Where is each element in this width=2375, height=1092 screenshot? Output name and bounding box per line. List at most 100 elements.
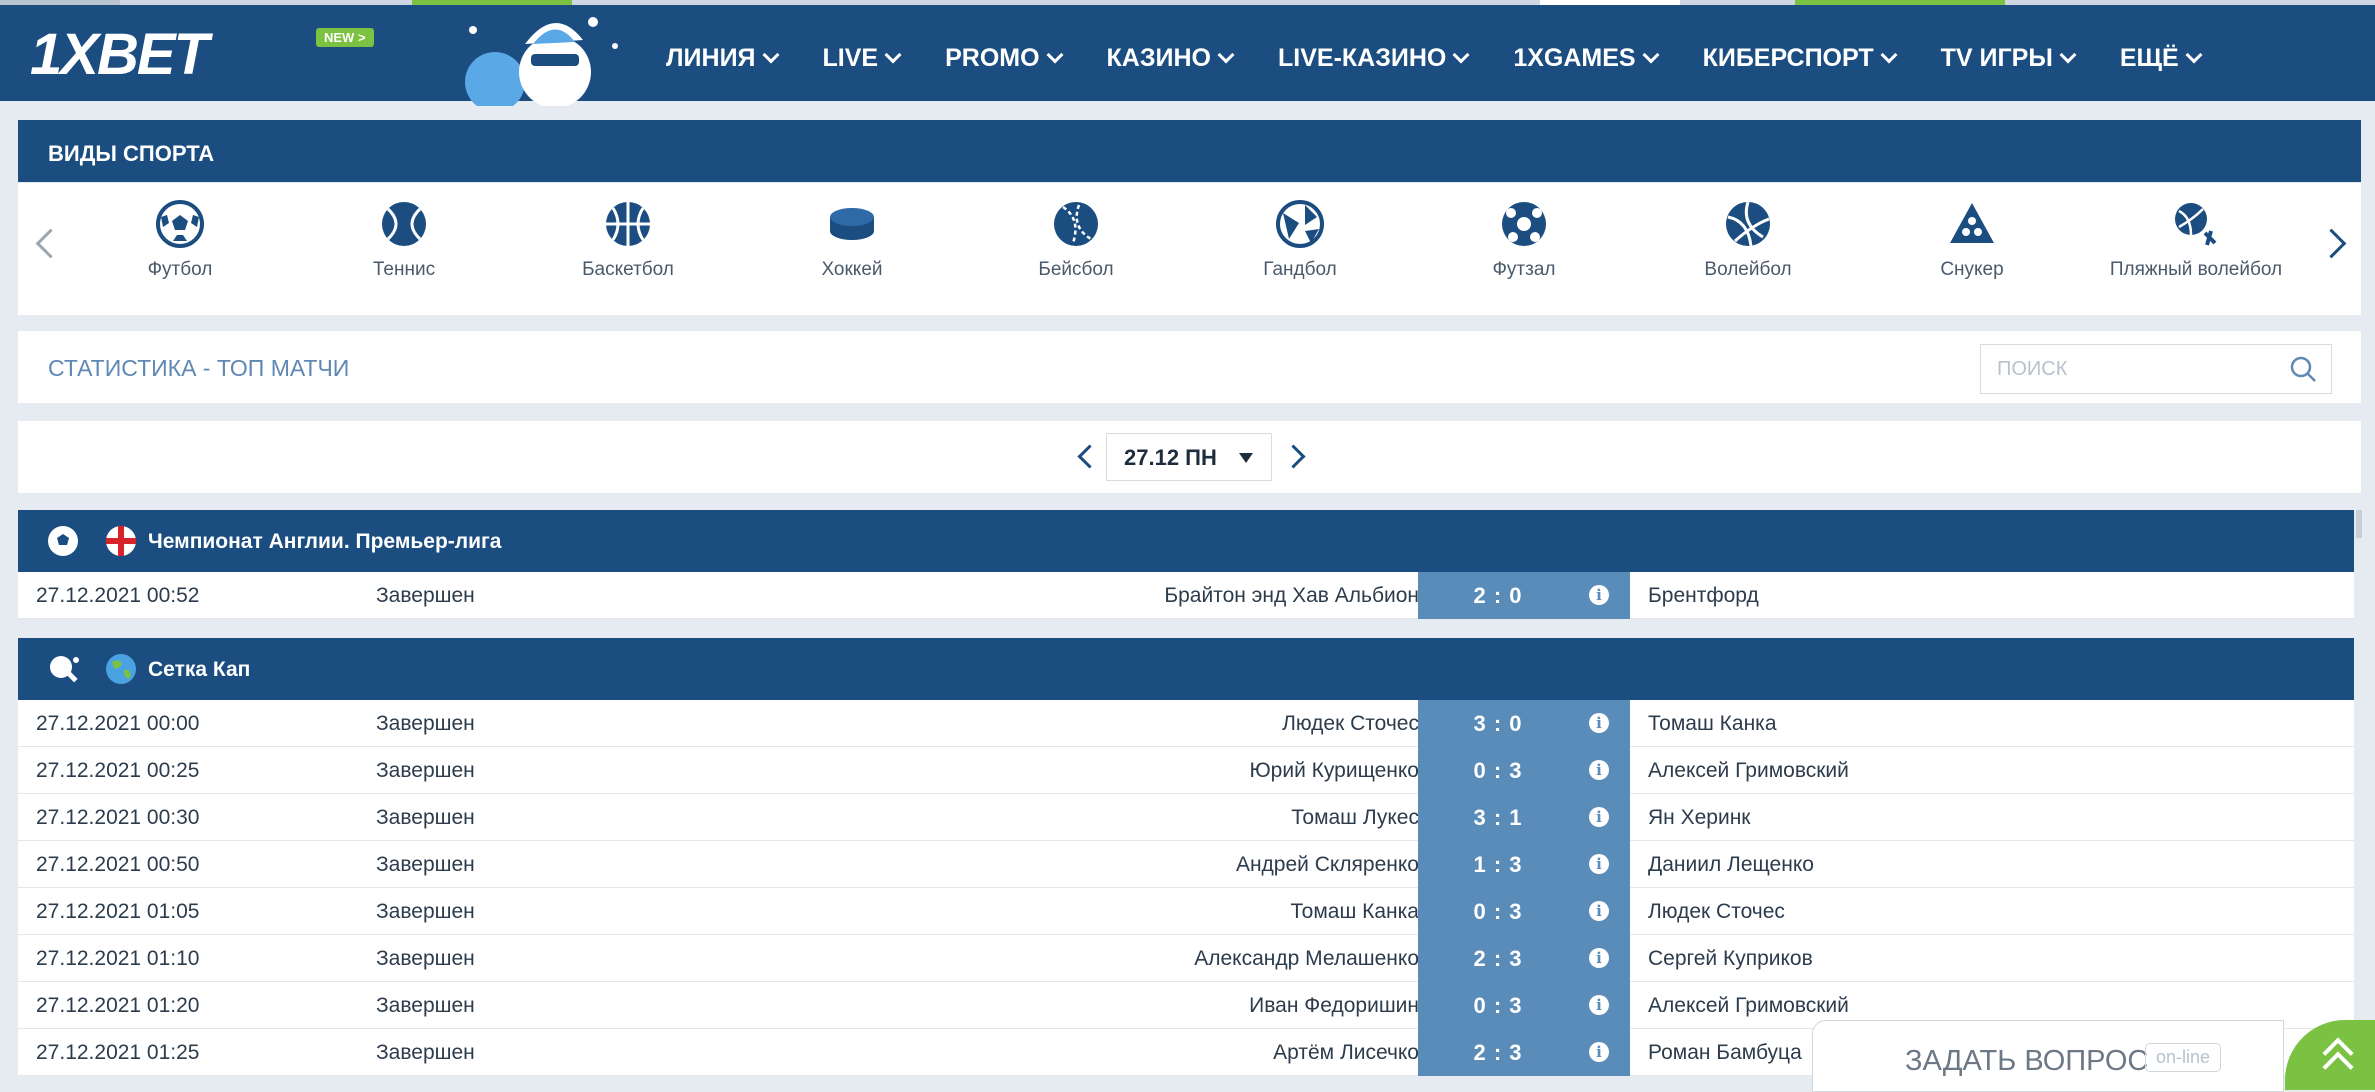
football-icon — [48, 526, 78, 556]
chevron-down-icon — [1046, 46, 1064, 64]
sport-item-handball[interactable]: Гандбол — [1188, 199, 1412, 281]
sports-panel-header: ВИДЫ СПОРТА — [18, 120, 2361, 182]
date-select[interactable]: 27.12 ПН — [1106, 433, 1272, 481]
chevron-down-icon — [2059, 46, 2077, 64]
date-prev-icon[interactable] — [1077, 444, 1102, 469]
nav-item-1xgames[interactable]: 1XGAMES — [1513, 44, 1660, 73]
ask-question-label: ЗАДАТЬ ВОПРОС — [1905, 1045, 2149, 1077]
sport-item-baseball[interactable]: Бейсбол — [964, 199, 1188, 281]
match-row[interactable]: 27.12.2021 01:10 Завершен Александр Мела… — [18, 935, 2354, 982]
away-team: Алексей Гримовский — [1648, 994, 1849, 1017]
info-icon[interactable]: i — [1589, 585, 1609, 605]
sport-item-volleyball[interactable]: Волейбол — [1636, 199, 1860, 281]
nav-label: ЛИНИЯ — [666, 43, 756, 72]
league-header[interactable]: Сетка Кап — [18, 638, 2354, 700]
online-status-badge: on-line — [2145, 1043, 2222, 1072]
logo-text-1x: 1X — [30, 21, 99, 87]
away-team: Алексей Гримовский — [1648, 759, 1849, 782]
england-flag-icon — [106, 526, 136, 556]
logo[interactable]: 1X BET — [30, 22, 209, 87]
sport-item-tennis[interactable]: Теннис — [292, 199, 516, 281]
sport-label: Пляжный волейбол — [2109, 259, 2283, 280]
carousel-next-icon[interactable] — [2316, 228, 2347, 259]
nav-item-liniya[interactable]: ЛИНИЯ — [666, 43, 780, 73]
sport-label: Футзал — [1492, 259, 1556, 280]
score-box[interactable]: 0 : 3 i — [1418, 888, 1630, 935]
match-row[interactable]: 27.12.2021 00:30 Завершен Томаш Лукес 3 … — [18, 794, 2354, 841]
away-team: Томаш Канка — [1648, 712, 1777, 735]
league-name: Сетка Кап — [148, 658, 251, 681]
nav-label: PROMO — [945, 43, 1040, 72]
sport-item-futsal[interactable]: Футзал — [1412, 199, 1636, 281]
sport-item-football[interactable]: Футбол — [68, 199, 292, 281]
nav-item-live[interactable]: LIVE — [823, 44, 902, 73]
search-input[interactable]: ПОИСК — [1980, 344, 2332, 394]
nav-item-promo[interactable]: PROMO — [945, 43, 1064, 73]
match-datetime: 27.12.2021 00:30 — [36, 806, 200, 829]
chevron-down-icon — [1452, 46, 1470, 64]
match-score: 3 : 0 — [1473, 711, 1523, 736]
info-icon[interactable]: i — [1589, 760, 1609, 780]
score-box[interactable]: 0 : 3 i — [1418, 982, 1630, 1029]
baseball-icon — [1054, 202, 1098, 246]
nav-label: TV ИГРЫ — [1940, 43, 2053, 72]
carousel-prev-icon[interactable] — [35, 228, 66, 259]
info-icon[interactable]: i — [1589, 948, 1609, 968]
info-icon[interactable]: i — [1589, 713, 1609, 733]
match-datetime: 27.12.2021 00:00 — [36, 712, 200, 735]
info-icon[interactable]: i — [1589, 854, 1609, 874]
header: 1X BET NEW > ЛИНИЯ LIVE PROMO КАЗИНО LIVE… — [0, 5, 2375, 106]
sports-carousel: Футбол Теннис Баскетбол Хоккей Бейсбол Г… — [18, 183, 2361, 315]
sport-item-snooker[interactable]: Снукер — [1860, 199, 2084, 281]
page-title: СТАТИСТИКА - ТОП МАТЧИ — [48, 355, 350, 381]
match-row[interactable]: 27.12.2021 00:00 Завершен Людек Сточес 3… — [18, 700, 2354, 747]
score-box[interactable]: 3 : 0 i — [1418, 700, 1630, 747]
scrollbar-thumb[interactable] — [2356, 510, 2362, 538]
search-placeholder: ПОИСК — [1997, 358, 2068, 380]
match-row[interactable]: 27.12.2021 01:05 Завершен Томаш Канка 0 … — [18, 888, 2354, 935]
nav-item-casino[interactable]: КАЗИНО — [1107, 44, 1235, 73]
match-score: 0 : 3 — [1473, 993, 1523, 1018]
match-row[interactable]: 27.12.2021 00:50 Завершен Андрей Склярен… — [18, 841, 2354, 888]
home-team: Юрий Курищенко — [1249, 759, 1419, 782]
match-datetime: 27.12.2021 00:52 — [36, 584, 200, 607]
nav-item-live-casino[interactable]: LIVE-КАЗИНО — [1278, 44, 1470, 73]
match-score: 2 : 0 — [1473, 583, 1523, 608]
score-box[interactable]: 0 : 3 i — [1418, 747, 1630, 794]
nav-label: ЕЩЁ — [2119, 43, 2179, 72]
nav-item-more[interactable]: ЕЩЁ — [2119, 43, 2203, 73]
score-box[interactable]: 2 : 3 i — [1418, 1029, 1630, 1076]
info-icon[interactable]: i — [1589, 1042, 1609, 1062]
match-status: Завершен — [376, 853, 475, 876]
search-icon[interactable] — [2289, 355, 2317, 383]
football-icon — [156, 200, 204, 248]
chevron-down-icon — [884, 46, 902, 64]
nav-item-esports[interactable]: КИБЕРСПОРТ — [1703, 44, 1898, 73]
match-row[interactable]: 27.12.2021 00:25 Завершен Юрий Курищенко… — [18, 747, 2354, 794]
ask-question-widget[interactable]: ЗАДАТЬ ВОПРОС on-line — [1812, 1020, 2284, 1092]
score-box[interactable]: 1 : 3 i — [1418, 841, 1630, 888]
info-icon[interactable]: i — [1589, 807, 1609, 827]
date-next-icon[interactable] — [1281, 444, 1306, 469]
away-team: Людек Сточес — [1648, 900, 1785, 923]
santa-mascot-icon — [465, 17, 618, 106]
nav-item-tv-games[interactable]: TV ИГРЫ — [1940, 43, 2077, 73]
sport-item-basketball[interactable]: Баскетбол — [516, 199, 740, 281]
league-header[interactable]: Чемпионат Англии. Премьер-лига — [18, 510, 2354, 572]
score-box[interactable]: 2 : 3 i — [1418, 935, 1630, 982]
score-box[interactable]: 3 : 1 i — [1418, 794, 1630, 841]
score-box[interactable]: 2 : 0 i — [1418, 572, 1630, 619]
volleyball-icon — [1726, 201, 1770, 247]
sports-panel-title: ВИДЫ СПОРТА — [48, 141, 215, 166]
match-status: Завершен — [376, 806, 475, 829]
date-value: 27.12 ПН — [1124, 445, 1217, 470]
info-icon[interactable]: i — [1589, 995, 1609, 1015]
sport-item-beach-volleyball[interactable]: Пляжный волейбол — [2084, 199, 2308, 281]
caret-down-icon — [1239, 453, 1253, 463]
sport-item-hockey[interactable]: Хоккей — [740, 199, 964, 281]
info-icon[interactable]: i — [1589, 901, 1609, 921]
new-badge[interactable]: NEW > — [316, 28, 374, 47]
home-team: Томаш Канка — [1290, 900, 1419, 923]
beach-volleyball-icon — [2175, 203, 2217, 246]
match-row[interactable]: 27.12.2021 00:52 Завершен Брайтон энд Ха… — [18, 572, 2354, 619]
